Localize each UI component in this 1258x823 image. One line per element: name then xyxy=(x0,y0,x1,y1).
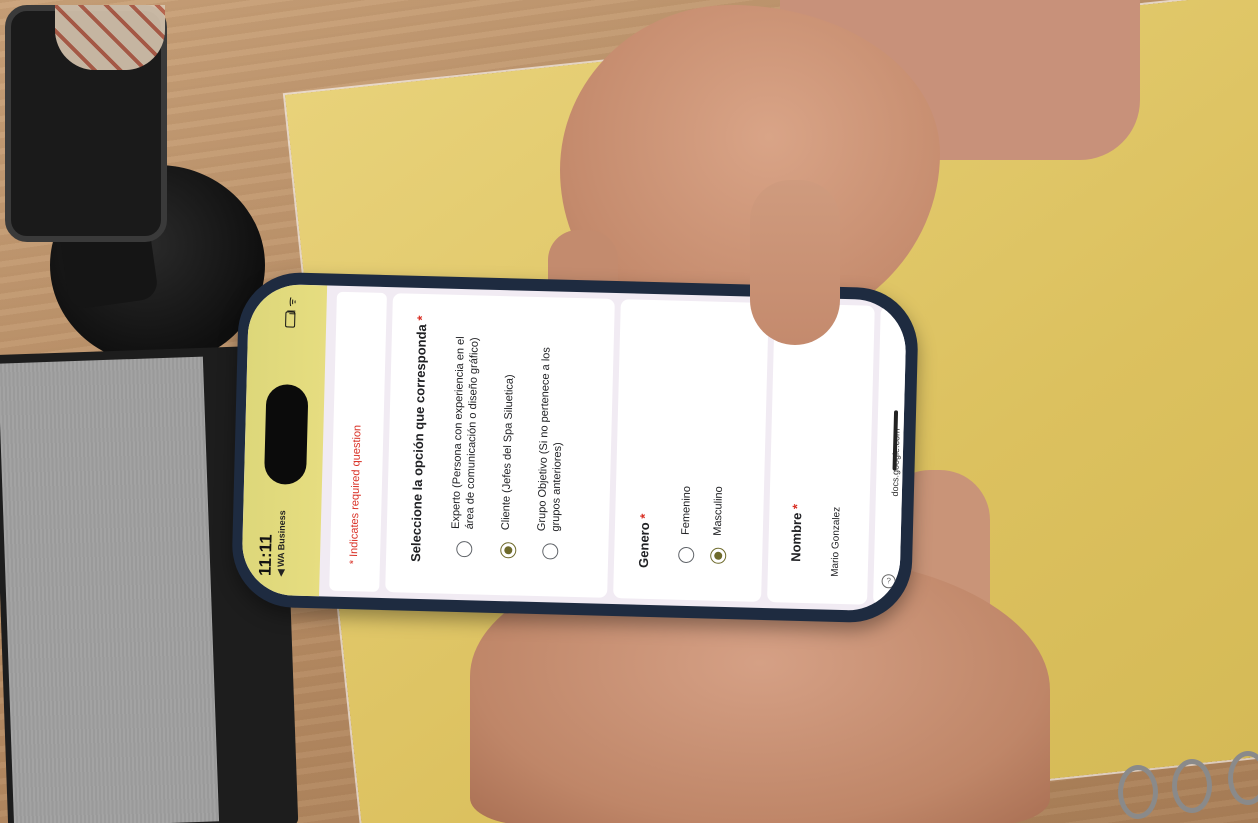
gray-pad xyxy=(0,356,220,823)
option-label: Masculino xyxy=(711,486,726,536)
back-to-app-link[interactable]: ◀ WA Business xyxy=(276,510,289,576)
required-note-card: * Indicates required question xyxy=(329,291,387,592)
question-title: Nombre * xyxy=(788,503,805,563)
status-bar: 11:11 ◀ WA Business ıl ᯤ xyxy=(241,283,328,597)
option-label: grupos anteriores) xyxy=(549,442,565,532)
ring xyxy=(1228,751,1258,805)
question-title: Genero * xyxy=(635,513,653,569)
url-bar: docs.google.com ? xyxy=(872,305,907,606)
option-label: Femenino xyxy=(679,485,694,536)
notebook-rings xyxy=(1110,745,1258,823)
dynamic-island xyxy=(263,383,309,485)
question-card-option: Seleccione la opción que corresponda * E… xyxy=(385,293,615,598)
radio-grupo-objetivo[interactable] xyxy=(542,543,559,560)
question-title: Seleccione la opción que corresponda * xyxy=(407,315,430,563)
name-answer-field[interactable]: Mario Gonzalez xyxy=(830,507,843,577)
help-icon[interactable]: ? xyxy=(881,574,896,589)
thumb xyxy=(750,180,840,345)
radio-cliente[interactable] xyxy=(500,542,517,559)
question-card-nombre: Nombre * Mario Gonzalez xyxy=(767,303,875,605)
option-label: Cliente (Jefes del Spa Siluetica) xyxy=(499,374,516,531)
ring xyxy=(1172,759,1212,813)
status-time: 11:11 xyxy=(255,534,276,577)
question-card-genero: Genero * Femenino Masculino xyxy=(613,299,769,602)
battery-icon xyxy=(285,311,296,328)
radio-femenino[interactable] xyxy=(678,546,695,564)
required-note: * Indicates required question xyxy=(347,424,364,565)
ring xyxy=(1118,765,1158,819)
patterned-fabric xyxy=(55,5,165,70)
radio-experto[interactable] xyxy=(456,540,473,558)
radio-masculino[interactable] xyxy=(710,547,727,564)
photo-scene: 11:11 ◀ WA Business ıl ᯤ * Indicates req… xyxy=(0,0,1258,823)
